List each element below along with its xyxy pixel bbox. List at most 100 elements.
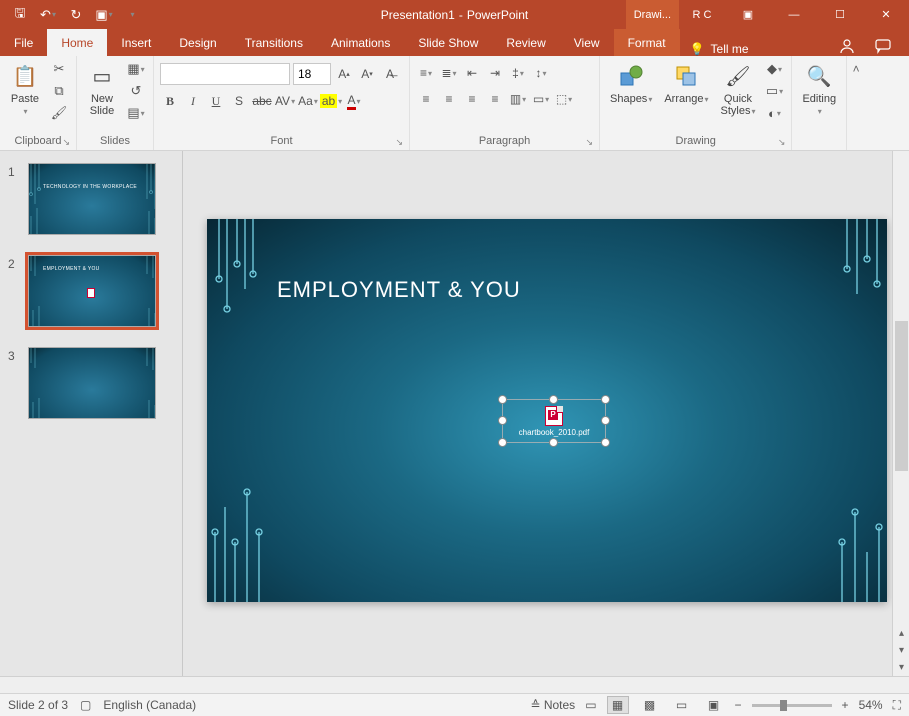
- normal-view-icon[interactable]: ▦: [607, 696, 629, 714]
- font-name-input[interactable]: [160, 63, 290, 85]
- maximize-icon[interactable]: ☐: [817, 0, 863, 29]
- resize-handle[interactable]: [601, 416, 610, 425]
- underline-button[interactable]: U: [206, 91, 226, 111]
- tab-transitions[interactable]: Transitions: [231, 29, 317, 56]
- slide-title[interactable]: EMPLOYMENT & YOU: [277, 277, 521, 303]
- resize-handle[interactable]: [498, 395, 507, 404]
- paste-button[interactable]: 📋 Paste ▾: [6, 59, 44, 118]
- tell-me[interactable]: 💡 Tell me: [680, 42, 759, 56]
- highlight-icon[interactable]: ab▾: [321, 91, 341, 111]
- zoom-out-icon[interactable]: −: [735, 698, 742, 712]
- scrollbar-thumb[interactable]: [895, 321, 908, 471]
- next-slide-icon[interactable]: ▾: [893, 642, 909, 659]
- align-center-icon[interactable]: ≡: [439, 89, 459, 109]
- tab-view[interactable]: View: [560, 29, 614, 56]
- italic-button[interactable]: I: [183, 91, 203, 111]
- numbering-icon[interactable]: ≣▾: [439, 63, 459, 83]
- redo-icon[interactable]: ↻: [64, 3, 88, 27]
- ribbon-display-options-icon[interactable]: ▣: [725, 0, 771, 29]
- columns-icon[interactable]: ▥▾: [508, 89, 528, 109]
- zoom-slider[interactable]: [752, 704, 832, 707]
- save-icon[interactable]: 🖫: [8, 3, 32, 27]
- tab-design[interactable]: Design: [165, 29, 230, 56]
- slideshow-view-icon[interactable]: ▣: [703, 696, 725, 714]
- thumbnail-slide-2[interactable]: EMPLOYMENT & YOU: [28, 255, 156, 327]
- new-slide-button[interactable]: ▭ New Slide: [83, 59, 121, 119]
- resize-handle[interactable]: [549, 438, 558, 447]
- fit-to-window-icon[interactable]: ⛶: [893, 698, 901, 713]
- slide-canvas[interactable]: EMPLOYMENT & YOU P chartbook_2010.pdf: [207, 219, 887, 602]
- shape-effects-icon[interactable]: ◐▾: [763, 103, 785, 123]
- shapes-button[interactable]: Shapes▾: [606, 59, 656, 107]
- tab-animations[interactable]: Animations: [317, 29, 404, 56]
- tab-home[interactable]: Home: [47, 29, 107, 56]
- prev-slide-icon[interactable]: ▴: [893, 625, 909, 642]
- thumbnail-slide-1[interactable]: TECHNOLOGY IN THE WORKPLACE: [28, 163, 156, 235]
- resize-handle[interactable]: [601, 395, 610, 404]
- tab-slideshow[interactable]: Slide Show: [404, 29, 492, 56]
- language-indicator[interactable]: English (Canada): [103, 698, 196, 712]
- justify-icon[interactable]: ≡: [485, 89, 505, 109]
- change-case-icon[interactable]: Aa▾: [298, 91, 318, 111]
- close-icon[interactable]: ✕: [863, 0, 909, 29]
- section-icon[interactable]: ▤▾: [125, 103, 147, 123]
- line-spacing-icon[interactable]: ‡▾: [508, 63, 528, 83]
- shape-fill-icon[interactable]: ◆▾: [763, 59, 785, 79]
- zoom-in-icon[interactable]: +: [842, 698, 849, 712]
- minimize-icon[interactable]: —: [771, 0, 817, 29]
- share-icon[interactable]: [837, 36, 857, 56]
- align-left-icon[interactable]: ≡: [416, 89, 436, 109]
- arrange-button[interactable]: Arrange▾: [660, 59, 712, 107]
- resize-handle[interactable]: [498, 438, 507, 447]
- cut-icon[interactable]: ✂: [48, 59, 70, 79]
- quick-styles-button[interactable]: 🖌 Quick Styles▾: [716, 59, 759, 119]
- bold-button[interactable]: B: [160, 91, 180, 111]
- drawing-launcher-icon[interactable]: ↘: [778, 137, 786, 148]
- zoom-level[interactable]: 54%: [859, 698, 883, 712]
- customize-qat-icon[interactable]: ▾: [120, 3, 144, 27]
- collapse-ribbon-icon[interactable]: ˄: [847, 56, 865, 151]
- thumbnail-slide-3[interactable]: [28, 347, 156, 419]
- format-painter-icon[interactable]: 🖌: [48, 103, 70, 123]
- vertical-scrollbar[interactable]: ▴ ▾ ▾: [892, 151, 909, 676]
- increase-indent-icon[interactable]: ⇥: [485, 63, 505, 83]
- thumbnail-item[interactable]: 2 EMPLOYMENT & YOU: [0, 251, 182, 343]
- font-color-icon[interactable]: A▾: [344, 91, 364, 111]
- character-spacing-icon[interactable]: AV▾: [275, 91, 295, 111]
- start-from-beginning-icon[interactable]: ▣▾: [92, 3, 116, 27]
- comments-icon[interactable]: [873, 36, 893, 56]
- spell-check-icon[interactable]: ▢: [80, 698, 91, 712]
- editing-button[interactable]: 🔍 Editing▾: [798, 59, 840, 119]
- thumbnail-item[interactable]: 3: [0, 343, 182, 435]
- undo-icon[interactable]: ↶▾: [36, 3, 60, 27]
- slide-counter[interactable]: Slide 2 of 3: [8, 698, 68, 712]
- decrease-indent-icon[interactable]: ⇤: [462, 63, 482, 83]
- user-badge[interactable]: R C: [679, 0, 725, 29]
- reset-icon[interactable]: ↺: [125, 81, 147, 101]
- tab-review[interactable]: Review: [492, 29, 559, 56]
- tab-file[interactable]: File: [0, 29, 47, 56]
- reading-view-icon[interactable]: ▭: [671, 696, 693, 714]
- resize-handle[interactable]: [549, 395, 558, 404]
- comments-button[interactable]: ▭: [585, 698, 596, 712]
- increase-font-icon[interactable]: A▴: [334, 64, 354, 84]
- thumbnail-item[interactable]: 1 TECHNOLOGY IN THE WORKPLACE: [0, 159, 182, 251]
- clipboard-launcher-icon[interactable]: ↘: [62, 137, 70, 148]
- text-direction-icon[interactable]: ↕▾: [531, 63, 551, 83]
- font-launcher-icon[interactable]: ↘: [395, 137, 403, 148]
- align-text-icon[interactable]: ▭▾: [531, 89, 551, 109]
- resize-handle[interactable]: [601, 438, 610, 447]
- notes-button[interactable]: ≙ Notes: [530, 698, 575, 712]
- layout-icon[interactable]: ▦▾: [125, 59, 147, 79]
- font-size-input[interactable]: [293, 63, 331, 85]
- resize-handle[interactable]: [498, 416, 507, 425]
- scroll-down-icon[interactable]: ▾: [893, 659, 909, 676]
- shadow-button[interactable]: S: [229, 91, 249, 111]
- smartart-icon[interactable]: ⬚▾: [554, 89, 574, 109]
- align-right-icon[interactable]: ≡: [462, 89, 482, 109]
- slide-sorter-view-icon[interactable]: ▩: [639, 696, 661, 714]
- tab-insert[interactable]: Insert: [107, 29, 165, 56]
- strikethrough-button[interactable]: abc: [252, 91, 272, 111]
- tab-format[interactable]: Format: [614, 29, 680, 56]
- paragraph-launcher-icon[interactable]: ↘: [585, 137, 593, 148]
